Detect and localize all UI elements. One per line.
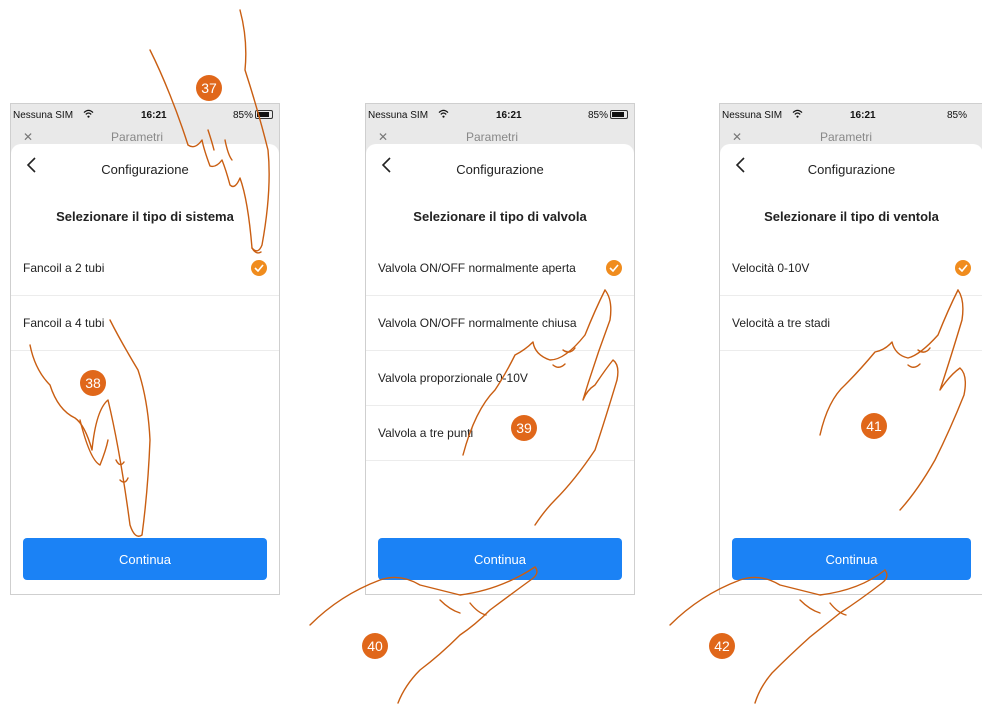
carrier-label: Nessuna SIM bbox=[722, 110, 783, 121]
step-badge: 37 bbox=[196, 75, 222, 101]
close-icon: ✕ bbox=[732, 130, 743, 144]
clock-label: 16:21 bbox=[850, 110, 876, 121]
carrier-label: Nessuna SIM bbox=[13, 110, 74, 121]
wifi-icon bbox=[438, 109, 449, 118]
background-header: ✕ Parametri bbox=[720, 126, 982, 144]
battery-label: 85% bbox=[946, 110, 967, 121]
battery-label: 85% bbox=[587, 110, 608, 121]
pointing-hand-illustration bbox=[309, 566, 538, 704]
step-badge: 38 bbox=[80, 370, 106, 396]
question-heading: Selezionare il tipo di ventola bbox=[764, 209, 939, 224]
sheet-title: Configurazione bbox=[807, 162, 896, 177]
option-label: Valvola ON/OFF normalmente aperta bbox=[378, 261, 576, 275]
option-label: Fancoil a 2 tubi bbox=[23, 261, 105, 275]
wifi-icon bbox=[792, 109, 803, 118]
check-icon bbox=[955, 260, 971, 276]
check-icon bbox=[606, 260, 622, 276]
question-heading: Selezionare il tipo di valvola bbox=[413, 209, 587, 224]
step-badge: 42 bbox=[709, 633, 735, 659]
background-header: ✕ Parametri bbox=[366, 126, 634, 144]
carrier-label: Nessuna SIM bbox=[368, 110, 429, 121]
battery-icon bbox=[610, 110, 628, 119]
status-bar: Nessuna SIM 16:21 85% bbox=[366, 104, 634, 126]
sheet-title: Configurazione bbox=[456, 162, 544, 177]
background-title: Parametri bbox=[466, 130, 519, 144]
pointing-hand-illustration bbox=[149, 9, 270, 254]
pointing-hand-illustration bbox=[29, 319, 151, 537]
option-label: Velocità 0-10V bbox=[732, 261, 810, 275]
step-badge: 39 bbox=[511, 415, 537, 441]
step-badge: 41 bbox=[861, 413, 887, 439]
wifi-icon bbox=[83, 109, 94, 118]
background-title: Parametri bbox=[820, 130, 873, 144]
close-icon: ✕ bbox=[23, 130, 34, 144]
step-badge: 40 bbox=[362, 633, 388, 659]
status-bar: Nessuna SIM 16:21 85% bbox=[720, 104, 982, 126]
pointing-hand-illustration bbox=[462, 289, 619, 526]
pointing-hand-illustration bbox=[669, 569, 888, 704]
clock-label: 16:21 bbox=[496, 110, 522, 121]
pointing-hand-illustration bbox=[819, 289, 967, 511]
close-icon: ✕ bbox=[378, 130, 389, 144]
